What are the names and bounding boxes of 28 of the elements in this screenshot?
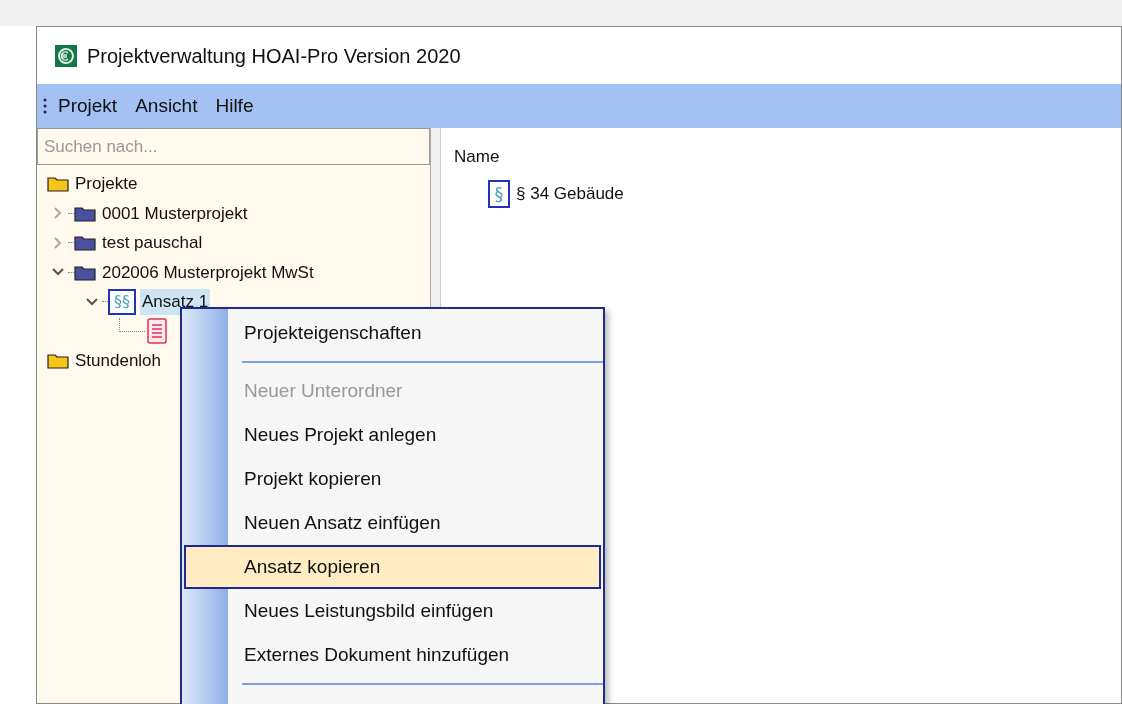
paragraph-icon: § xyxy=(488,179,510,208)
grip-icon xyxy=(43,97,47,115)
tree-item[interactable]: 0001 Musterprojekt xyxy=(100,200,250,226)
app-logo-icon xyxy=(55,44,77,67)
tree-item[interactable]: Stundenloh xyxy=(73,348,164,374)
context-menu-item[interactable]: Neues Projekt anlegen xyxy=(184,413,601,457)
tree-item[interactable]: 202006 Musterprojekt MwSt xyxy=(100,259,316,285)
menu-bar-item[interactable]: Projekt xyxy=(51,89,125,123)
folder-icon xyxy=(47,352,69,370)
document-icon xyxy=(147,318,167,345)
folder-icon xyxy=(47,175,69,193)
column-header: Name xyxy=(454,146,501,168)
folder-icon xyxy=(74,234,96,252)
folder-icon xyxy=(74,263,96,281)
paragraph-icon: §§ xyxy=(108,288,136,315)
context-menu-item[interactable]: Projekt kopieren xyxy=(184,457,601,501)
context-menu-item[interactable]: Externes Dokument hinzufügen xyxy=(184,633,601,677)
context-menu-item[interactable]: Ansatz kopieren xyxy=(184,545,601,589)
menu-bar-item[interactable]: Hilfe xyxy=(208,89,261,123)
context-menu-item[interactable]: Neues Leistungsbild einfügen xyxy=(184,589,601,633)
folder-icon xyxy=(74,204,96,222)
menu-bar-item[interactable]: Ansicht xyxy=(128,89,205,123)
context-menu-item[interactable]: Neuen Ansatz einfügen xyxy=(184,501,601,545)
search-field[interactable]: Suchen nach... xyxy=(37,128,430,165)
list-item[interactable]: § 34 Gebäude xyxy=(516,180,624,207)
tree-item[interactable]: test pauschal xyxy=(100,230,205,256)
window-title: Projektverwaltung HOAI-Pro Version 2020 xyxy=(87,43,461,69)
tree-item[interactable]: Projekte xyxy=(73,171,140,197)
